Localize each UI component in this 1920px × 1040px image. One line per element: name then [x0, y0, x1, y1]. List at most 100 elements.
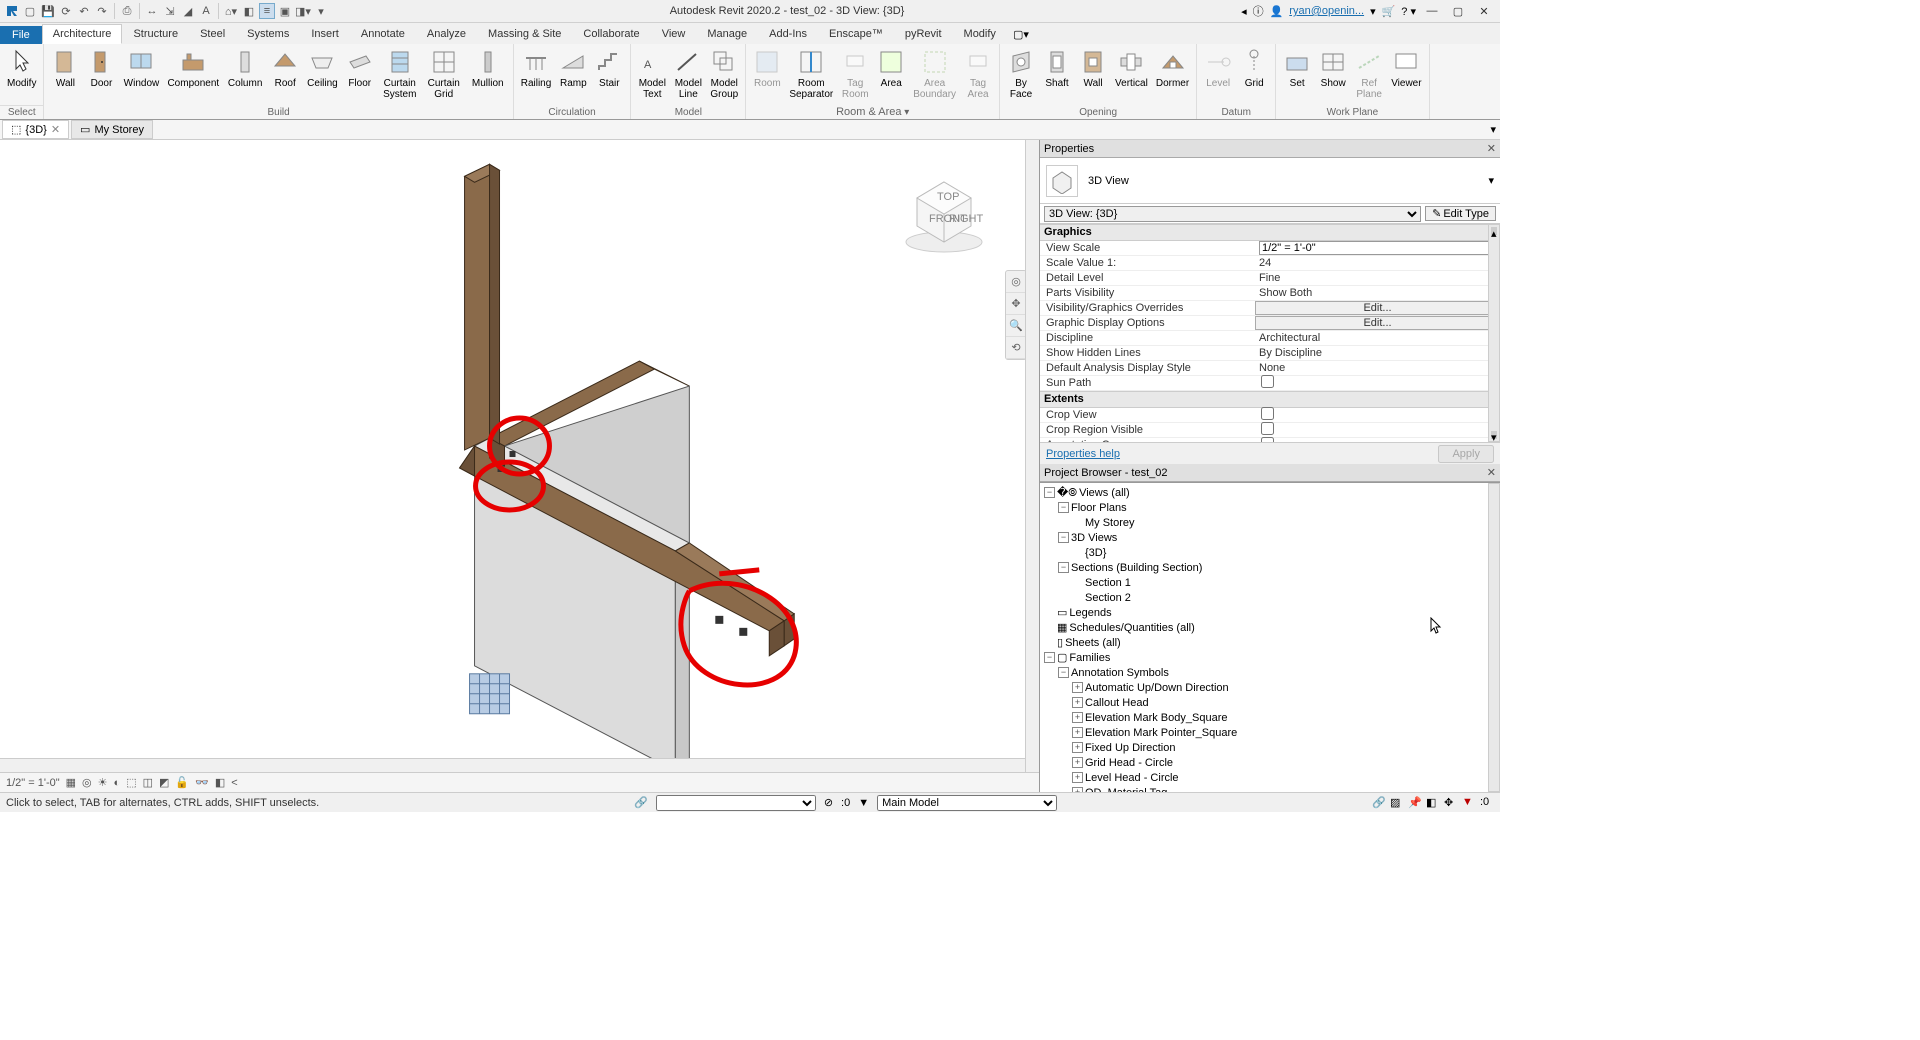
maximize-button[interactable]: ▢: [1448, 3, 1468, 19]
ramp-button[interactable]: Ramp: [556, 46, 590, 91]
vg-edit-button[interactable]: Edit...: [1255, 301, 1496, 315]
gfx-edit-button[interactable]: Edit...: [1255, 316, 1496, 330]
text-icon[interactable]: A: [198, 3, 214, 19]
view-tab-mystorey[interactable]: ▭ My Storey: [71, 120, 153, 139]
stair-button[interactable]: Stair: [592, 46, 626, 91]
print-icon[interactable]: ⎙: [119, 3, 135, 19]
tag-room-button[interactable]: Tag Room: [838, 46, 872, 102]
instance-selector[interactable]: 3D View: {3D}: [1044, 206, 1421, 222]
user-icon[interactable]: 👤: [1270, 5, 1284, 18]
annotation-crop-checkbox[interactable]: [1261, 437, 1274, 442]
default3d-icon[interactable]: ⌂▾: [223, 3, 239, 19]
thinlines-icon[interactable]: ≡: [259, 3, 275, 19]
show-button[interactable]: Show: [1316, 46, 1350, 91]
redo-icon[interactable]: ↷: [94, 3, 110, 19]
vertical-button[interactable]: Vertical: [1112, 46, 1151, 91]
view-tab-3d[interactable]: ⬚ {3D} ✕: [2, 120, 69, 139]
tab-enscape[interactable]: Enscape™: [818, 24, 894, 44]
canvas-scrollbar-v[interactable]: [1025, 140, 1039, 772]
select-face-icon[interactable]: ◧: [1426, 796, 1440, 810]
sun-path-icon[interactable]: ☀: [98, 776, 108, 789]
detail-icon[interactable]: ▦: [66, 776, 76, 789]
tab-collaborate[interactable]: Collaborate: [572, 24, 650, 44]
close-icon[interactable]: ✕: [1487, 466, 1496, 479]
roof-button[interactable]: Roof: [268, 46, 302, 91]
filter-icon[interactable]: ▼: [858, 797, 869, 809]
room-button[interactable]: Room: [750, 46, 784, 91]
section-icon[interactable]: ◧: [241, 3, 257, 19]
tab-massing[interactable]: Massing & Site: [477, 24, 572, 44]
scale-display[interactable]: 1/2" = 1'-0": [6, 777, 60, 789]
apply-button[interactable]: Apply: [1438, 445, 1494, 463]
ref-plane-button[interactable]: Ref Plane: [1352, 46, 1386, 102]
door-button[interactable]: Door: [84, 46, 118, 91]
filter-icon[interactable]: ▼: [1462, 796, 1476, 810]
tab-systems[interactable]: Systems: [236, 24, 300, 44]
design-options-select[interactable]: [656, 795, 816, 811]
exclude-icon[interactable]: ⊘: [824, 796, 833, 809]
crop-show-icon[interactable]: ◩: [159, 776, 169, 789]
project-browser[interactable]: −�⦾Views (all) −Floor Plans My Storey −3…: [1040, 482, 1500, 792]
render-dialog-icon[interactable]: ⬚: [126, 776, 136, 789]
help-icon[interactable]: ? ▾: [1401, 5, 1416, 18]
close-icon[interactable]: ✕: [51, 123, 60, 136]
component-button[interactable]: Component: [164, 46, 222, 91]
curtain-system-button[interactable]: Curtain System: [379, 46, 421, 102]
save-icon[interactable]: 💾: [40, 3, 56, 19]
shadows-icon[interactable]: ◐: [114, 777, 121, 789]
reveal-hidden-icon[interactable]: ◧: [215, 776, 225, 789]
wall-button[interactable]: Wall: [48, 46, 82, 91]
crop-region-checkbox[interactable]: [1261, 422, 1274, 435]
tab-steel[interactable]: Steel: [189, 24, 236, 44]
chevron-down-icon[interactable]: ▾: [1488, 174, 1494, 187]
temp-hide-icon[interactable]: 👓: [195, 776, 209, 789]
visual-style-icon[interactable]: ◎: [82, 776, 92, 789]
main-model-select[interactable]: Main Model: [877, 795, 1057, 811]
tab-view[interactable]: View: [651, 24, 697, 44]
dormer-button[interactable]: Dormer: [1153, 46, 1192, 91]
column-button[interactable]: Column: [224, 46, 266, 91]
measure-icon[interactable]: ↔: [144, 3, 160, 19]
collapse-icon[interactable]: −: [1044, 487, 1055, 498]
user-menu[interactable]: ryan@openin...: [1289, 5, 1364, 17]
close-icon[interactable]: ✕: [1487, 142, 1496, 155]
wall-opening-button[interactable]: Wall: [1076, 46, 1110, 91]
select-pinned-icon[interactable]: 📌: [1408, 796, 1422, 810]
canvas-3d-view[interactable]: FRONT RIGHT TOP ◎ ✥ 🔍 ⟲ 1/2" = 1'-0" ▦ ◎…: [0, 140, 1040, 792]
tab-architecture[interactable]: Architecture: [42, 24, 123, 44]
shaft-button[interactable]: Shaft: [1040, 46, 1074, 91]
model-text-button[interactable]: AModel Text: [635, 46, 669, 102]
grid-button[interactable]: Grid: [1237, 46, 1271, 91]
level-button[interactable]: Level: [1201, 46, 1235, 91]
info-center-icon[interactable]: ⓘ: [1253, 3, 1264, 19]
qat-customize-icon[interactable]: ▾: [313, 3, 329, 19]
tag-area-button[interactable]: Tag Area: [961, 46, 995, 102]
pan-icon[interactable]: ✥: [1006, 293, 1026, 315]
tab-analyze[interactable]: Analyze: [416, 24, 477, 44]
curtain-grid-button[interactable]: Curtain Grid: [423, 46, 465, 102]
link-status-icon[interactable]: 🔗: [634, 796, 648, 809]
background-icon[interactable]: :0: [1480, 796, 1494, 810]
sync-icon[interactable]: ⟳: [58, 3, 74, 19]
area-boundary-button[interactable]: Area Boundary: [910, 46, 959, 102]
info-left-icon[interactable]: ◂: [1241, 5, 1247, 18]
orbit-icon[interactable]: ⟲: [1006, 337, 1026, 359]
file-tab[interactable]: File: [0, 26, 42, 44]
tab-addins[interactable]: Add-Ins: [758, 24, 818, 44]
viewer-button[interactable]: Viewer: [1388, 46, 1424, 91]
sun-path-checkbox[interactable]: [1261, 375, 1274, 388]
tab-modify[interactable]: Modify: [953, 24, 1007, 44]
room-separator-button[interactable]: Room Separator: [786, 46, 836, 102]
worksharing-icon[interactable]: <: [231, 777, 237, 789]
undo-icon[interactable]: ↶: [76, 3, 92, 19]
properties-scrollbar[interactable]: ▴▾: [1488, 224, 1500, 442]
crop-icon[interactable]: ◫: [143, 776, 153, 789]
switch-windows-icon[interactable]: ◨▾: [295, 3, 311, 19]
close-inactive-icon[interactable]: ▣: [277, 3, 293, 19]
set-button[interactable]: Set: [1280, 46, 1314, 91]
view-tabs-dd[interactable]: ▾: [1486, 123, 1500, 136]
ribbon-context-dd[interactable]: ▢▾: [1007, 25, 1035, 44]
floor-button[interactable]: Floor: [343, 46, 377, 91]
navigation-bar[interactable]: ◎ ✥ 🔍 ⟲: [1005, 270, 1027, 360]
full-nav-wheel-icon[interactable]: ◎: [1006, 271, 1026, 293]
